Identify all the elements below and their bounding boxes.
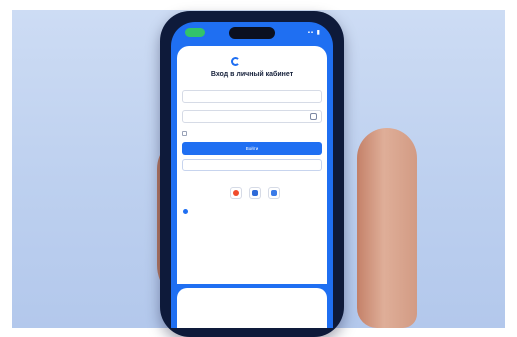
options-row bbox=[182, 130, 322, 138]
yandex-icon[interactable] bbox=[230, 187, 242, 199]
brand-logo bbox=[231, 56, 243, 66]
vk-icon[interactable] bbox=[249, 187, 261, 199]
status-time bbox=[185, 28, 205, 37]
login-button[interactable]: Войти bbox=[182, 142, 322, 155]
social-buttons bbox=[230, 187, 280, 199]
bottom-panel bbox=[177, 288, 327, 328]
login-card: Вход в личный кабинет Войти bbox=[177, 46, 327, 284]
status-bar: ▪▪ ▮ bbox=[171, 22, 333, 44]
signal-battery-icon: ▪▪ ▮ bbox=[307, 30, 321, 36]
logo-icon bbox=[231, 56, 240, 66]
info-icon bbox=[183, 209, 188, 214]
login-input[interactable] bbox=[182, 90, 322, 103]
remember-checkbox[interactable] bbox=[182, 131, 187, 136]
gosuslugi-icon[interactable] bbox=[268, 187, 280, 199]
phone-screen: ▪▪ ▮ Вход в личный кабинет Войти bbox=[171, 22, 333, 328]
password-input[interactable] bbox=[182, 110, 322, 123]
show-password-icon[interactable] bbox=[310, 113, 317, 120]
alt-login-button[interactable] bbox=[182, 159, 322, 171]
page-title: Вход в личный кабинет bbox=[210, 71, 294, 78]
hand-thumb bbox=[357, 128, 417, 328]
dynamic-island bbox=[229, 27, 275, 39]
